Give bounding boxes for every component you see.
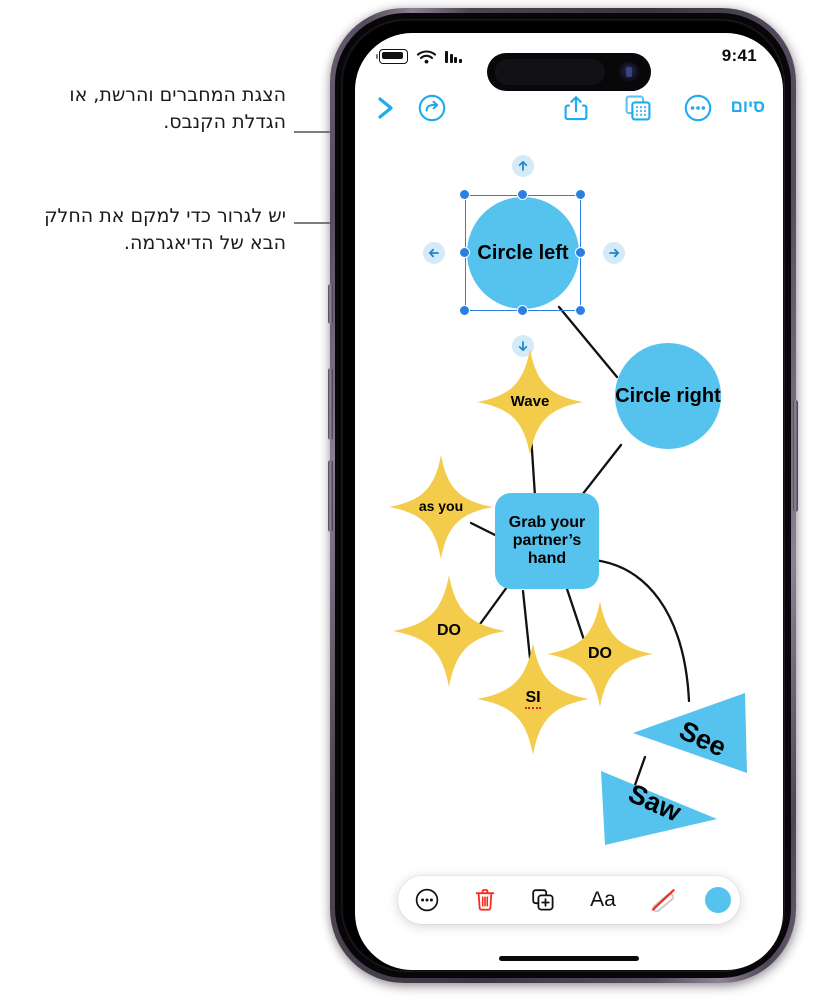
device-frame: 9:41 סיום Circle left Circle right Wave …	[328, 8, 798, 983]
more-options-icon[interactable]	[681, 91, 715, 125]
dynamic-island	[487, 53, 651, 91]
text-style-icon[interactable]: Aa	[572, 888, 634, 912]
nudge-arrow-up-icon[interactable]	[512, 155, 534, 177]
device-bezel-inner: 9:41 סיום Circle left Circle right Wave …	[341, 19, 785, 972]
nudge-arrow-right-icon[interactable]	[603, 242, 625, 264]
diagram-canvas[interactable]: Circle left Circle right Wave as you DO …	[355, 135, 783, 915]
node-label: Grab your partner’s hand	[508, 514, 586, 567]
wifi-icon	[416, 49, 437, 63]
no-stroke-icon[interactable]	[634, 887, 692, 913]
node-as-you[interactable]: as you	[389, 453, 493, 561]
color-swatch[interactable]	[692, 887, 744, 913]
dynamic-island-pill	[495, 59, 605, 85]
status-bar-clock: 9:41	[721, 46, 757, 65]
done-button[interactable]: סיום	[731, 97, 765, 117]
node-circle-right[interactable]: Circle right	[615, 343, 721, 449]
selection-handle-w[interactable]	[459, 247, 470, 258]
power-button[interactable]	[793, 400, 798, 512]
node-saw[interactable]: Saw	[595, 741, 721, 847]
battery-full-icon	[376, 49, 408, 64]
layers-grid-icon[interactable]	[621, 91, 655, 125]
selection-bounding-box	[465, 195, 581, 311]
callout-drag-to-place: יש לגרור כדי למקם את החלק הבא של הדיאגרמ…	[44, 205, 286, 254]
callout-layers-grid: הצגת המחברים והרשת, או הגדלת הקנבס.	[69, 84, 286, 133]
selection-handle-nw[interactable]	[459, 189, 470, 200]
more-options-icon[interactable]	[398, 887, 456, 913]
status-bar-indicators	[376, 49, 462, 64]
action-button[interactable]	[328, 284, 333, 324]
redo-icon[interactable]	[415, 91, 449, 125]
front-camera-icon	[619, 62, 639, 82]
node-wave[interactable]: Wave	[477, 347, 583, 457]
node-grab-partners-hand[interactable]: Grab your partner’s hand	[495, 493, 599, 589]
volume-down-button[interactable]	[328, 460, 333, 532]
node-label: DO	[437, 622, 461, 640]
shape-format-toolbar: Aa	[398, 876, 740, 924]
selection-handle-sw[interactable]	[459, 305, 470, 316]
trash-icon[interactable]	[456, 887, 514, 913]
node-label: Wave	[510, 392, 550, 410]
node-si[interactable]: SI	[477, 641, 589, 757]
duplicate-icon[interactable]	[514, 887, 572, 913]
device-screen: 9:41 סיום Circle left Circle right Wave …	[355, 33, 783, 970]
selection-handle-ne[interactable]	[575, 189, 586, 200]
chevron-right-icon[interactable]	[367, 91, 401, 125]
volume-up-button[interactable]	[328, 368, 333, 440]
selection-handle-e[interactable]	[575, 247, 586, 258]
node-label: Circle right	[615, 384, 721, 407]
selection-handle-s[interactable]	[517, 305, 528, 316]
iphone-device: 9:41 סיום Circle left Circle right Wave …	[328, 8, 800, 990]
screenshot-stage: הצגת המחברים והרשת, או הגדלת הקנבס. יש ל…	[0, 0, 817, 998]
node-label: as you	[418, 498, 464, 515]
selection-handle-se[interactable]	[575, 305, 586, 316]
home-indicator[interactable]	[499, 956, 639, 961]
app-toolbar: סיום	[355, 89, 783, 135]
node-label: DO	[588, 645, 612, 663]
node-label: SI	[525, 689, 541, 710]
status-bar: 9:41	[355, 33, 783, 91]
cellular-bars-icon	[445, 50, 462, 63]
nudge-arrow-left-icon[interactable]	[423, 242, 445, 264]
selection-handle-n[interactable]	[517, 189, 528, 200]
share-icon[interactable]	[559, 91, 593, 125]
device-bezel: 9:41 סיום Circle left Circle right Wave …	[335, 13, 791, 978]
